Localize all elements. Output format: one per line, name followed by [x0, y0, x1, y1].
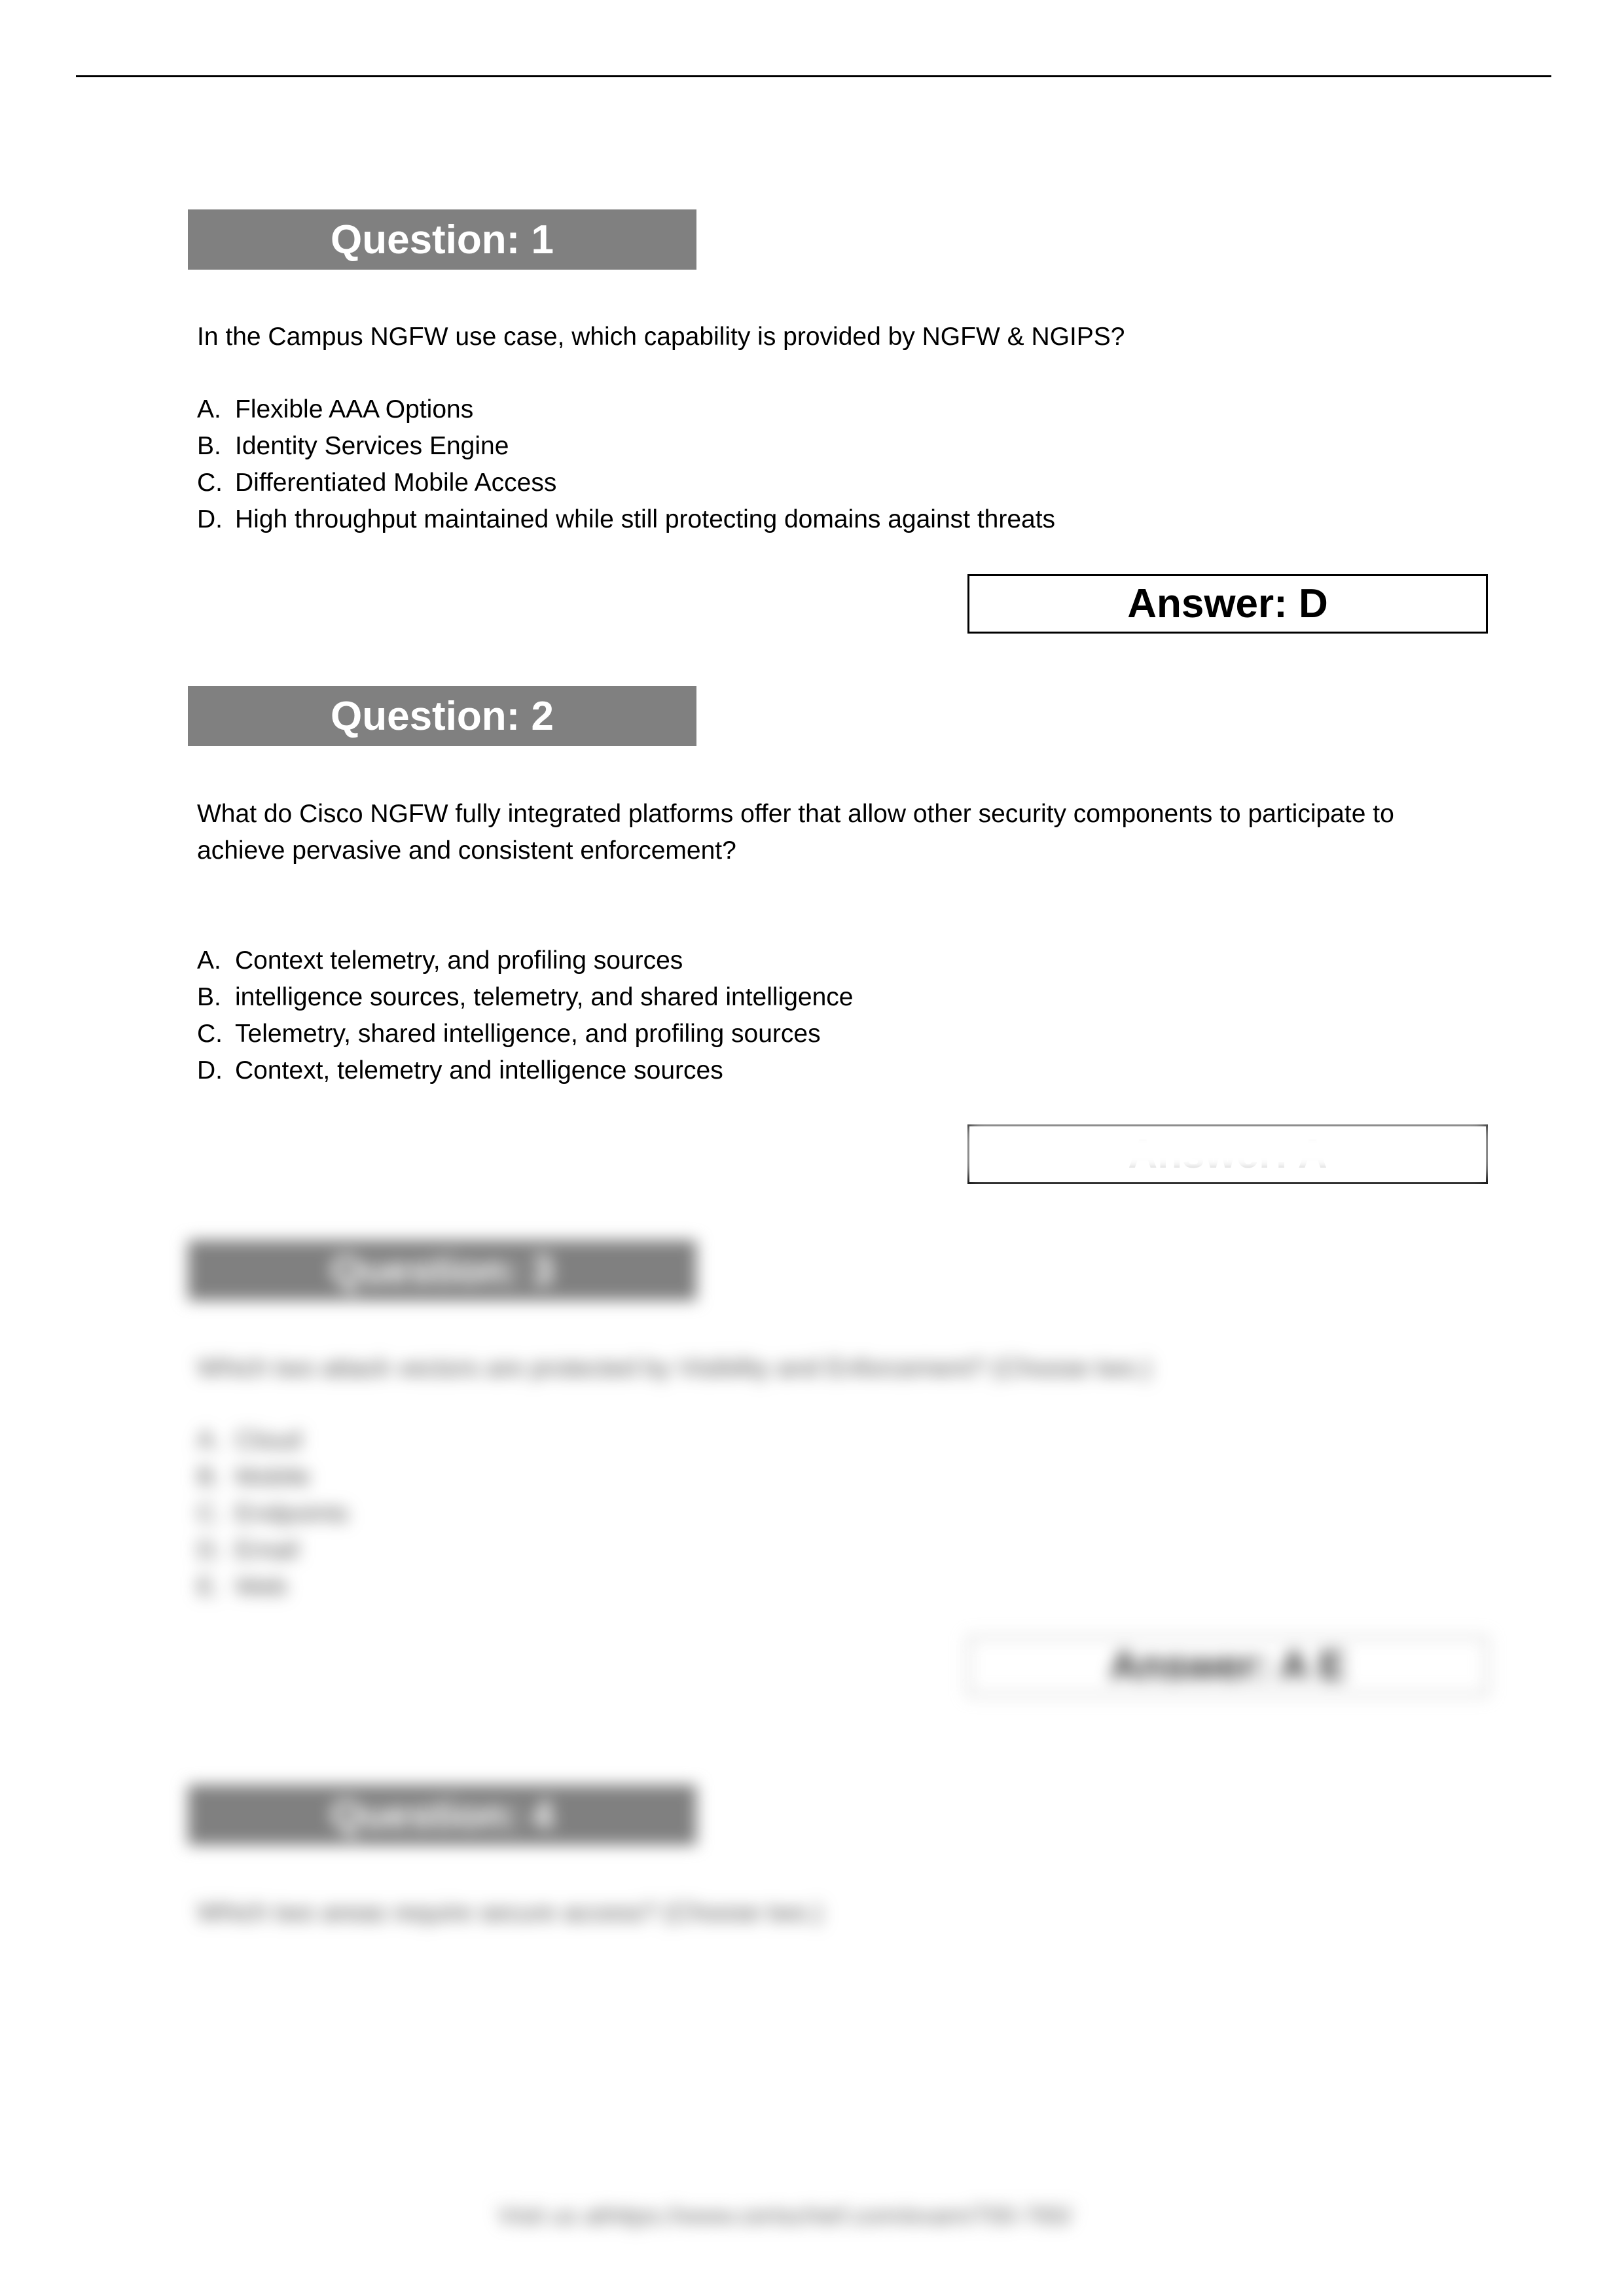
- option-a: A. Cloud: [197, 1426, 302, 1454]
- blurred-preview-region: Question: 3 Which two attack vectors are…: [0, 1124, 1624, 2296]
- option-d: D. Context, telemetry and intelligence so…: [197, 1056, 723, 1085]
- option-b: B. Identity Services Engine: [197, 432, 509, 460]
- option-a: A. Context telemetry, and profiling sourc…: [197, 946, 683, 975]
- option-b: B. Mobile: [197, 1463, 310, 1491]
- question-3-options: A. Cloud B. Mobile C. Endpoints D. Email E. W…: [197, 1422, 348, 1605]
- question-1-answer: Answer: D: [967, 574, 1488, 634]
- header-rule: [76, 75, 1551, 77]
- option-c: C. Differentiated Mobile Access: [197, 469, 557, 497]
- option-e: E. Web: [197, 1573, 287, 1601]
- question-4-text: Which two areas require secure access? (…: [197, 1899, 823, 1927]
- option-d: D. High throughput maintained while still…: [197, 505, 1056, 533]
- question-4-header: Question: 4: [188, 1785, 696, 1845]
- question-1-text: In the Campus NGFW use case, which capab…: [197, 323, 1125, 351]
- question-2-text: What do Cisco NGFW fully integrated plat…: [197, 796, 1473, 869]
- question-3-answer: Answer: A E: [967, 1636, 1488, 1696]
- page-footer: Visit us athttps://www.certschief.com/ex…: [497, 2202, 1072, 2230]
- question-2-text-line-1: What do Cisco NGFW fully integrated plat…: [197, 800, 1394, 828]
- option-a: A. Flexible AAA Options: [197, 395, 474, 423]
- question-2-header: Question: 2: [188, 686, 696, 746]
- question-1-options: A. Flexible AAA Options B. Identity Servic…: [197, 391, 1055, 538]
- option-d: D. Email: [197, 1536, 299, 1564]
- question-3-header: Question: 3: [188, 1240, 696, 1300]
- answer-2-blur-mask: [967, 1124, 1488, 1177]
- question-3-text: Which two attack vectors are protected b…: [197, 1354, 1152, 1382]
- question-1-header: Question: 1: [188, 209, 696, 270]
- option-b: B. intelligence sources, telemetry, and s…: [197, 983, 854, 1011]
- question-2-text-line-2: achieve pervasive and consistent enforce…: [197, 836, 736, 865]
- option-c: C. Endpoints: [197, 1499, 349, 1528]
- question-2-options: A. Context telemetry, and profiling sourc…: [197, 942, 853, 1089]
- option-c: C. Telemetry, shared intelligence, and pr…: [197, 1020, 821, 1048]
